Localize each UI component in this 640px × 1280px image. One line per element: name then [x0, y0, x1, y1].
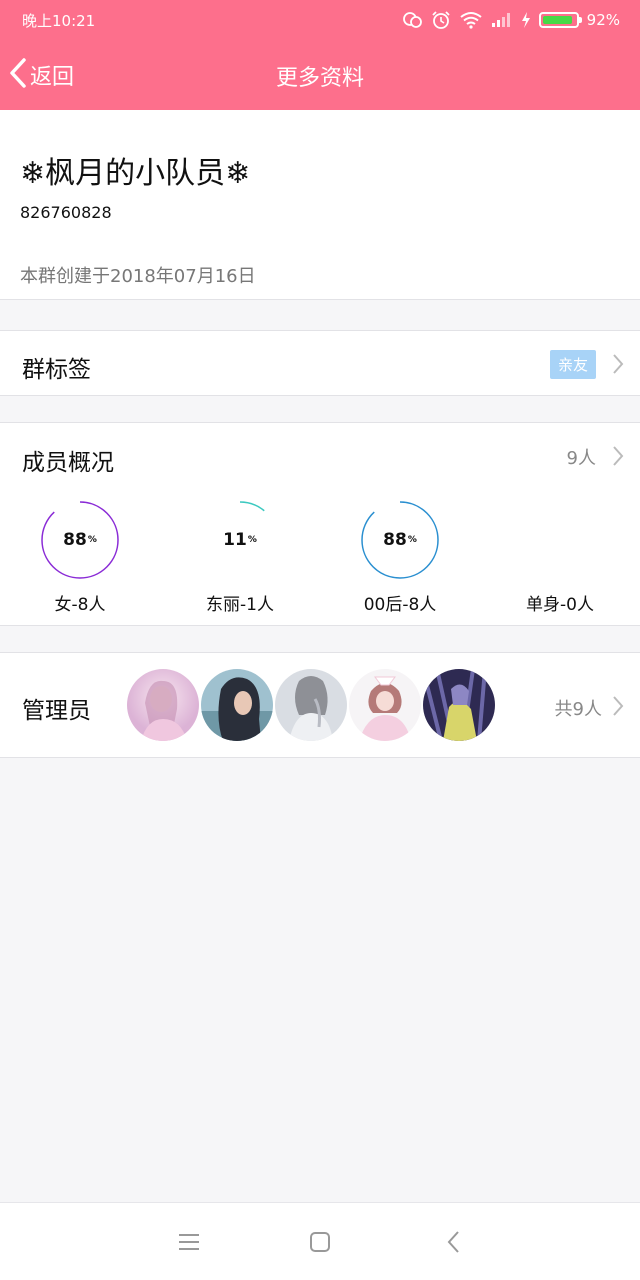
stat-percent: 88%	[383, 530, 417, 550]
stat-age[interactable]: 88% 00后-8人	[320, 488, 480, 626]
stat-female[interactable]: 88% 女-8人	[0, 488, 160, 626]
menu-icon[interactable]	[176, 1229, 202, 1255]
group-tag-chip: 亲友	[549, 350, 596, 379]
page-title: 更多资料	[275, 66, 364, 91]
app-header: 晚上10:21 92% 返回 更多资料	[0, 0, 640, 110]
home-icon[interactable]	[307, 1229, 333, 1255]
chevron-right-icon	[612, 695, 624, 721]
stat-single[interactable]: 单身-0人	[480, 488, 640, 626]
stat-caption: 女-8人	[54, 595, 106, 615]
status-icons: 92%	[402, 8, 620, 32]
group-created-date: 本群创建于2018年07月16日	[20, 266, 256, 287]
stat-caption: 00后-8人	[363, 595, 437, 615]
alarm-icon	[431, 10, 451, 30]
signal-icon	[491, 12, 513, 28]
wifi-icon	[459, 11, 483, 29]
stat-caption: 东丽-1人	[206, 595, 274, 615]
admins-label: 管理员	[22, 698, 91, 724]
status-time: 晚上10:21	[22, 12, 96, 30]
stat-percent	[520, 500, 600, 580]
group-name: ❄枫月的小队员❄	[20, 156, 251, 191]
battery-icon	[538, 12, 582, 28]
wechat-icon	[402, 11, 423, 29]
battery-percent: 92%	[586, 11, 620, 29]
members-overview-label: 成员概况	[22, 450, 114, 476]
status-bar: 晚上10:21 92%	[0, 0, 640, 40]
back-nav-icon[interactable]	[442, 1229, 468, 1255]
charging-icon	[521, 12, 531, 28]
battery-fill	[542, 16, 573, 24]
avatar[interactable]	[201, 669, 273, 741]
admins-row[interactable]: 管理员 共9人	[0, 652, 640, 758]
admin-avatars	[127, 669, 495, 741]
system-nav-bar	[0, 1202, 640, 1280]
stat-percent: 11%	[223, 530, 257, 550]
admins-total: 共9人	[554, 699, 602, 720]
group-info-card: ❄枫月的小队员❄ 826760828 本群创建于2018年07月16日	[0, 110, 640, 300]
stat-percent: 88%	[63, 530, 97, 550]
members-overview-row[interactable]: 成员概况 9人	[0, 422, 640, 489]
stat-caption: 单身-0人	[526, 595, 594, 615]
member-stats: 88% 女-8人 11% 东丽-1人 88% 00后-8人 单身-0人	[0, 488, 640, 626]
avatar[interactable]	[349, 669, 421, 741]
chevron-right-icon	[612, 353, 624, 379]
group-tags-label: 群标签	[22, 357, 91, 383]
stat-region[interactable]: 11% 东丽-1人	[160, 488, 320, 626]
group-tags-row[interactable]: 群标签 亲友	[0, 330, 640, 396]
group-id: 826760828	[20, 203, 112, 222]
avatar[interactable]	[127, 669, 199, 741]
members-count: 9人	[566, 448, 596, 469]
avatar[interactable]	[423, 669, 495, 741]
avatar[interactable]	[275, 669, 347, 741]
chevron-right-icon	[612, 445, 624, 471]
nav-bar: 返回 更多资料	[0, 40, 640, 110]
